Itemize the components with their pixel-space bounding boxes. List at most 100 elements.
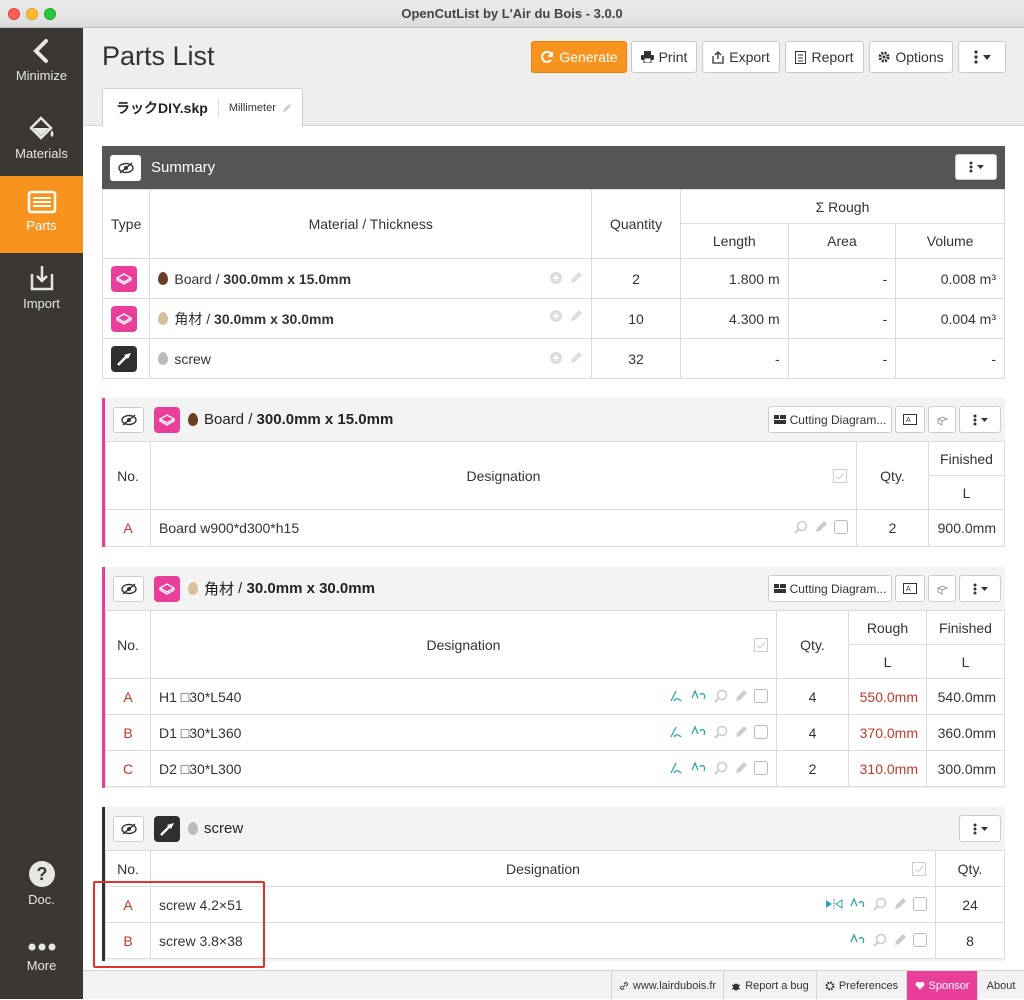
report-button[interactable]: Report — [785, 41, 864, 73]
sidebar-item-more[interactable]: More — [0, 940, 83, 994]
area-cell: - — [787, 338, 897, 379]
toggle-visibility-button[interactable] — [113, 815, 144, 842]
parts-table: No. Designation Qty. Rough Finished L L … — [105, 610, 1005, 787]
select-all-checkbox[interactable] — [753, 637, 768, 652]
options-button[interactable]: Options — [869, 41, 953, 73]
minimize-window-button[interactable] — [26, 8, 38, 20]
table-row[interactable]: A H1 □30*L540 4 550.0mm 540.0mm — [105, 678, 1005, 715]
add-icon[interactable] — [549, 309, 563, 323]
cutting-diagram-button[interactable]: Cutting Diagram... — [768, 406, 892, 433]
part-rough-length: 550.0mm — [848, 678, 927, 715]
group-menu-button[interactable] — [959, 815, 1001, 842]
more-menu-button[interactable] — [958, 41, 1006, 73]
magnifier-icon[interactable] — [873, 933, 887, 947]
magnifier-icon[interactable] — [714, 689, 728, 703]
dimensions-button[interactable] — [928, 406, 956, 433]
import-icon — [0, 264, 83, 292]
magnifier-icon[interactable] — [873, 897, 887, 911]
col-designation: Designation — [150, 441, 857, 510]
pencil-icon[interactable] — [282, 103, 292, 113]
sidebar-item-minimize[interactable]: Minimize — [0, 38, 83, 102]
table-row[interactable]: A Board w900*d300*h15 2 900.0mm — [105, 509, 1005, 547]
volume-cell: 0.004 m³ — [895, 298, 1005, 339]
select-all-checkbox[interactable] — [911, 861, 926, 876]
volume-cell: 0.008 m³ — [895, 258, 1005, 299]
cutting-diagram-button[interactable]: Cutting Diagram... — [768, 575, 892, 602]
zoom-window-button[interactable] — [44, 8, 56, 20]
page-title: Parts List — [102, 41, 215, 71]
group-menu-button[interactable] — [959, 406, 1001, 433]
add-icon[interactable] — [549, 351, 563, 365]
add-icon[interactable] — [549, 271, 563, 285]
edge-banding-icon — [690, 760, 708, 775]
col-no: No. — [105, 441, 151, 510]
label-icon: A — [903, 583, 917, 594]
summary-row[interactable]: 角材 / 30.0mm x 30.0mm 10 4.300 m - 0.004 … — [101, 298, 1005, 339]
caret-down-icon — [980, 586, 988, 591]
pencil-icon[interactable] — [734, 725, 748, 739]
pencil-icon[interactable] — [569, 351, 583, 365]
select-checkbox[interactable] — [913, 896, 927, 911]
question-icon: ? — [0, 860, 83, 888]
print-button[interactable]: Print — [631, 41, 697, 73]
part-qty: 2 — [776, 750, 849, 787]
vertical-dots-icon — [969, 161, 973, 173]
part-number: B — [105, 714, 151, 751]
report-bug-button[interactable]: Report a bug — [723, 971, 816, 1000]
toggle-visibility-button[interactable] — [113, 575, 144, 602]
pencil-icon[interactable] — [569, 309, 583, 323]
sidebar-item-doc[interactable]: ? Doc. — [0, 860, 83, 924]
file-tab[interactable]: ラックDIY.skp Millimeter — [102, 88, 303, 127]
svg-text:A: A — [906, 586, 911, 593]
sidebar-item-label: Minimize — [15, 68, 68, 83]
table-row[interactable]: C D2 □30*L300 2 310.0mm 300.0mm — [105, 750, 1005, 787]
select-all-checkbox[interactable] — [832, 468, 847, 483]
gear-icon — [878, 51, 890, 63]
vertical-dots-icon — [973, 823, 977, 835]
pencil-icon[interactable] — [893, 933, 907, 947]
select-checkbox[interactable] — [754, 688, 768, 703]
part-finished-length: 900.0mm — [928, 509, 1005, 547]
preferences-button[interactable]: Preferences — [816, 971, 906, 1000]
pencil-icon[interactable] — [569, 271, 583, 285]
labels-button[interactable]: A — [895, 575, 925, 602]
col-no: No. — [105, 850, 151, 887]
select-checkbox[interactable] — [754, 760, 768, 775]
sidebar-item-import[interactable]: Import — [0, 264, 83, 328]
pencil-icon[interactable] — [734, 761, 748, 775]
pencil-icon[interactable] — [734, 689, 748, 703]
edge-banding-icon — [849, 896, 867, 911]
dimensions-button[interactable] — [928, 575, 956, 602]
area-cell: - — [787, 298, 897, 339]
labels-button[interactable]: A — [895, 406, 925, 433]
pencil-icon[interactable] — [814, 520, 828, 534]
table-row[interactable]: B D1 □30*L360 4 370.0mm 360.0mm — [105, 714, 1005, 751]
group-menu-button[interactable] — [959, 575, 1001, 602]
magnifier-icon[interactable] — [714, 725, 728, 739]
table-row[interactable]: A screw 4.2×51 24 — [105, 886, 1005, 923]
website-link[interactable]: www.lairdubois.fr — [611, 971, 723, 1000]
part-finished-length: 300.0mm — [926, 750, 1005, 787]
toggle-visibility-button[interactable] — [110, 154, 141, 181]
close-window-button[interactable] — [8, 8, 20, 20]
table-row[interactable]: B screw 3.8×38 8 — [105, 922, 1005, 959]
about-button[interactable]: About — [977, 971, 1024, 1000]
select-checkbox[interactable] — [913, 932, 927, 947]
col-length: Length — [679, 223, 789, 259]
summary-menu-button[interactable] — [955, 154, 997, 180]
sponsor-button[interactable]: Sponsor — [906, 971, 977, 1000]
pencil-icon[interactable] — [893, 897, 907, 911]
summary-row[interactable]: Board / 300.0mm x 15.0mm 2 1.800 m - 0.0… — [101, 258, 1005, 299]
summary-row[interactable]: screw 32 - - - — [101, 338, 1005, 379]
magnifier-icon[interactable] — [714, 761, 728, 775]
select-checkbox[interactable] — [834, 520, 848, 534]
quantity-cell: 32 — [591, 338, 681, 379]
toggle-visibility-button[interactable] — [113, 406, 144, 433]
export-button[interactable]: Export — [702, 41, 780, 73]
select-checkbox[interactable] — [754, 724, 768, 739]
sidebar-item-materials[interactable]: Materials — [0, 114, 83, 178]
generate-button[interactable]: Generate — [531, 41, 627, 73]
sheet-icon — [154, 575, 180, 602]
sidebar-item-parts[interactable]: Parts — [0, 176, 83, 253]
magnifier-icon[interactable] — [794, 520, 808, 534]
